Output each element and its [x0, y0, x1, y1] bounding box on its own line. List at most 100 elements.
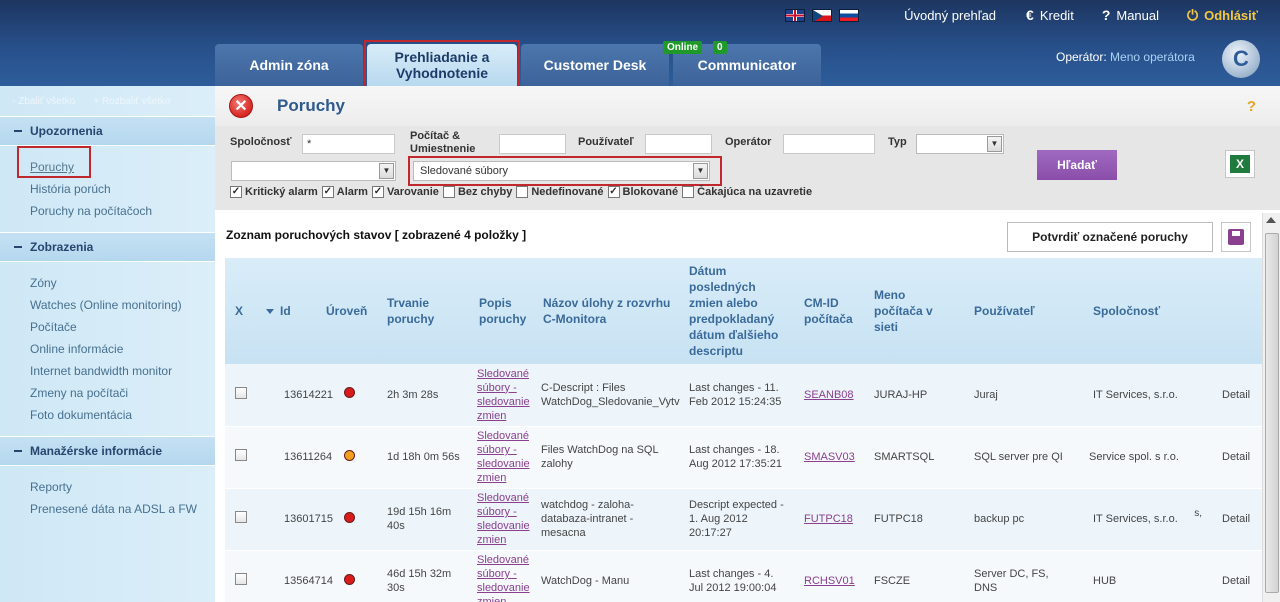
- home-link[interactable]: Úvodný prehľad: [904, 8, 996, 23]
- sidebar-item-computers[interactable]: Počítače: [30, 316, 215, 338]
- detail-link[interactable]: Detail: [1222, 389, 1250, 401]
- section-title: Zobrazenia: [30, 240, 94, 254]
- main-tabs: Admin zóna Prehliadanie a Vyhodnotenie C…: [215, 40, 821, 94]
- detail-link[interactable]: Detail: [1222, 575, 1250, 587]
- checkbox-pending-close[interactable]: Čakajúca na uzavretie: [682, 186, 812, 198]
- col-header-date[interactable]: Dátum posledných zmien alebo predpoklada…: [683, 258, 792, 364]
- checkbox-critical[interactable]: ✓ Kritický alarm: [230, 186, 318, 198]
- detail-cell: Detail: [1206, 426, 1268, 489]
- checkbox-box[interactable]: ✓: [230, 186, 242, 198]
- date-cell: Last changes - 11. Feb 2012 15:24:35: [683, 364, 792, 427]
- confirm-faults-button[interactable]: Potvrdiť označené poruchy: [1007, 222, 1213, 252]
- sidebar-item-fault-history[interactable]: História porúch: [30, 178, 215, 200]
- checkbox-box[interactable]: [442, 186, 455, 198]
- description-link[interactable]: Sledované súbory - sledovanie zmien: [477, 368, 530, 422]
- cmid-link[interactable]: RCHSV01: [804, 575, 855, 587]
- save-button[interactable]: [1221, 222, 1251, 252]
- company-text: IT Services, s.r.o.: [1093, 513, 1178, 525]
- sidebar-item-watches[interactable]: Watches (Online monitoring): [30, 294, 215, 316]
- row-checkbox[interactable]: [235, 449, 247, 461]
- description-link[interactable]: Sledované súbory - sledovanie zmien: [477, 554, 530, 602]
- sidebar-item-bandwidth[interactable]: Internet bandwidth monitor: [30, 360, 215, 382]
- cmid-link[interactable]: SMASV03: [804, 451, 855, 463]
- col-header-task[interactable]: Názov úlohy z rozvrhu C-Monitora: [533, 258, 683, 364]
- sidebar-item-adsl-data[interactable]: Prenesené dáta na ADSL a FW: [30, 498, 215, 520]
- pcname-cell: FSCZE: [862, 550, 958, 602]
- help-icon[interactable]: ?: [1247, 98, 1256, 115]
- detail-link[interactable]: Detail: [1222, 513, 1250, 525]
- checkbox-box[interactable]: [516, 186, 529, 198]
- credit-link[interactable]: € Kredit: [1026, 7, 1074, 23]
- col-header-company[interactable]: Spoločnosť: [1075, 258, 1206, 364]
- sidebar-item-photo-docs[interactable]: Foto dokumentácia: [30, 404, 215, 426]
- sidebar-item-zones[interactable]: Zóny: [30, 272, 215, 294]
- description-link[interactable]: Sledované súbory - sledovanie zmien: [477, 492, 530, 546]
- sidebar-section-header[interactable]: Zobrazenia: [0, 232, 215, 262]
- cmid-link[interactable]: FUTPC18: [804, 513, 853, 525]
- cz-flag-icon[interactable]: [812, 8, 833, 22]
- power-icon: ⏻: [1187, 6, 1199, 23]
- detail-link[interactable]: Detail: [1222, 451, 1250, 463]
- minus-icon: [14, 130, 22, 132]
- list-heading-text: Zoznam poruchových stavov: [226, 228, 392, 242]
- sidebar-item-pc-faults[interactable]: Poruchy na počítačoch: [30, 200, 215, 222]
- tab-communicator[interactable]: Online 0 Communicator: [663, 41, 821, 86]
- type-select[interactable]: ▼: [916, 134, 1004, 154]
- sidebar-section-header[interactable]: Manažérske informácie: [0, 436, 215, 466]
- manual-link[interactable]: ? Manual: [1102, 7, 1159, 23]
- col-header-id[interactable]: Id: [256, 258, 316, 364]
- checkbox-box[interactable]: ✓: [321, 186, 334, 198]
- user-cell: Server DC, FS, DNS: [958, 550, 1075, 602]
- logout-link[interactable]: ⏻ Odhlásiť: [1187, 7, 1258, 24]
- col-header-pcname[interactable]: Meno počítača v sieti: [862, 258, 958, 364]
- checkbox-box[interactable]: [682, 186, 695, 198]
- task-cell: watchdog - zaloha-databaza-intranet - me…: [533, 488, 683, 551]
- checkbox-alarm[interactable]: ✓ Alarm: [321, 186, 368, 198]
- description-link[interactable]: Sledované súbory - sledovanie zmien: [477, 430, 530, 484]
- scroll-up-icon[interactable]: [1266, 217, 1276, 223]
- search-button[interactable]: Hľadať: [1037, 150, 1117, 180]
- user-cell: Juraj: [958, 364, 1075, 427]
- task-cell: WatchDog - Manu: [533, 550, 683, 602]
- checkbox-label: Kritický alarm: [245, 186, 318, 198]
- user-input[interactable]: [645, 134, 712, 154]
- vertical-scrollbar[interactable]: [1262, 213, 1280, 602]
- col-header-cmid[interactable]: CM-ID počítača: [792, 258, 862, 364]
- col-header-select: X: [225, 258, 256, 364]
- operator-input[interactable]: [783, 134, 875, 154]
- row-checkbox[interactable]: [235, 386, 247, 399]
- sidebar-section-header[interactable]: Upozornenia: [0, 116, 215, 146]
- col-header-user[interactable]: Používateľ: [958, 258, 1075, 364]
- company-input[interactable]: *: [302, 134, 395, 154]
- checkbox-box[interactable]: ✓: [371, 186, 384, 198]
- excel-export-button[interactable]: X: [1225, 150, 1255, 178]
- pc-location-input[interactable]: [499, 134, 566, 154]
- row-checkbox[interactable]: [235, 511, 247, 523]
- scrollbar-thumb[interactable]: [1265, 233, 1279, 593]
- row-checkbox[interactable]: [235, 573, 247, 585]
- expand-all-link[interactable]: + Rozbaliť všetko: [93, 96, 170, 107]
- type-label: Typ: [888, 136, 907, 148]
- list-heading: Zoznam poruchových stavov [ zobrazené 4 …: [226, 228, 526, 242]
- en-flag-icon[interactable]: [785, 8, 806, 22]
- col-header-level[interactable]: Úroveň: [316, 258, 377, 364]
- checkbox-blocked[interactable]: ✓ Blokované: [607, 186, 678, 198]
- col-header-description[interactable]: Popis poruchy: [469, 258, 533, 364]
- company-select[interactable]: ▼: [231, 161, 396, 181]
- tab-customer-desk[interactable]: Customer Desk: [521, 44, 669, 86]
- sidebar-item-pc-changes[interactable]: Zmeny na počítači: [30, 382, 215, 404]
- col-header-duration[interactable]: Trvanie poruchy: [377, 258, 469, 364]
- user-cell: backup pc: [958, 488, 1075, 551]
- sidebar-item-online-info[interactable]: Online informácie: [30, 338, 215, 360]
- id-cell: 13614221: [256, 364, 333, 427]
- company-cell: HUB: [1075, 550, 1206, 602]
- tab-admin-zone[interactable]: Admin zóna: [215, 44, 363, 86]
- sk-flag-icon[interactable]: [839, 8, 860, 22]
- cmid-link[interactable]: SEANB08: [804, 389, 854, 401]
- checkbox-undefined[interactable]: Nedefinované: [516, 186, 604, 198]
- sidebar-item-reports[interactable]: Reporty: [30, 476, 215, 498]
- checkbox-box[interactable]: ✓: [607, 186, 620, 198]
- checkbox-warning[interactable]: ✓ Varovanie: [371, 186, 439, 198]
- collapse-all-link[interactable]: - Zbaliť všetko: [12, 96, 75, 107]
- checkbox-no-error[interactable]: Bez chyby: [442, 186, 512, 198]
